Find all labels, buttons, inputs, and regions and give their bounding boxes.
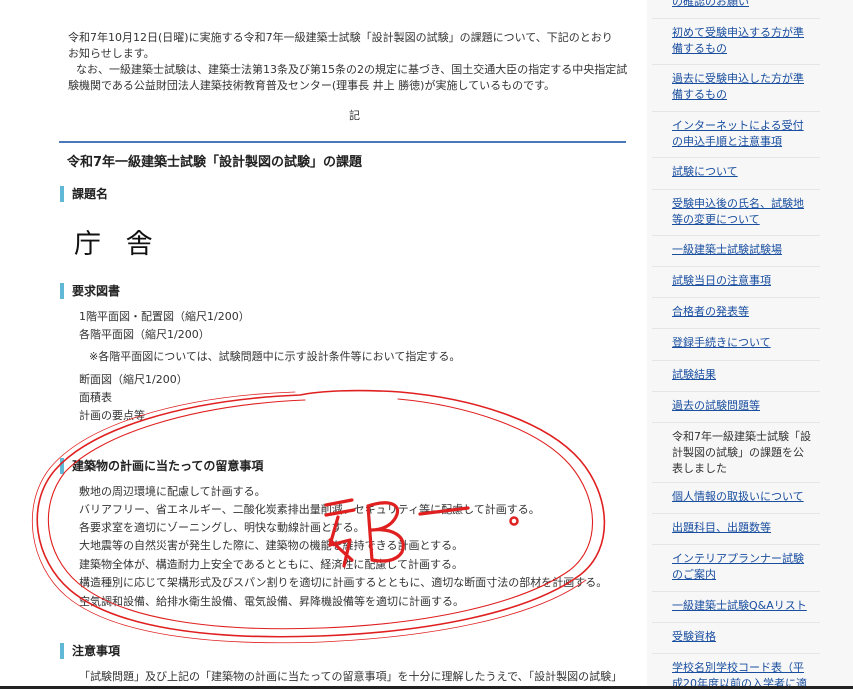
planning-item: 敷地の周辺環境に配慮して計画する。	[79, 485, 266, 498]
drawing-note: ※各階平面図については、試験問題中に示す設計条件等において指定する。	[89, 350, 461, 363]
sidebar-divider	[652, 111, 820, 112]
sidebar-item[interactable]: 受験資格	[672, 629, 812, 645]
sidebar-link-text[interactable]: 過去に受験申込した方が準	[672, 71, 812, 87]
sidebar-item[interactable]: 初めて受験申込する方が準 備するもの	[672, 25, 812, 57]
section-heading-planning: 建築物の計画に当たっての留意事項	[60, 458, 263, 474]
sidebar-link-text[interactable]: インテリアプランナー試験	[672, 551, 812, 567]
sidebar-item[interactable]: 一級建築士試験試験場	[672, 242, 812, 258]
intro-line-4: 験機関である公益財団法人建築技術教育普及センター(理事長 井上 勝徳)が実施して…	[68, 79, 556, 92]
sidebar-text: 令和7年一級建築士試験「設	[672, 430, 811, 443]
sidebar-link-text[interactable]: 備するもの	[672, 41, 812, 57]
sidebar-divider	[652, 513, 820, 514]
sidebar-item[interactable]: 受験申込後の氏名、試験地 等の変更について	[672, 196, 812, 228]
sidebar-link-text[interactable]: 備するもの	[672, 87, 812, 103]
sidebar-link-text[interactable]: の確認のお願い	[672, 0, 812, 10]
section-heading-caution: 注意事項	[60, 643, 120, 659]
sidebar-divider	[652, 189, 820, 190]
sidebar-item[interactable]: 試験について	[672, 164, 812, 180]
sidebar-divider	[652, 157, 820, 158]
sidebar-link-text[interactable]: 出題科目、出題数等	[672, 520, 812, 536]
kadai-name: 庁 舎	[74, 229, 161, 260]
sidebar-item[interactable]: 登録手続きについて	[672, 335, 812, 351]
sidebar-item[interactable]: 合格者の発表等	[672, 304, 812, 320]
drawing-item: 面積表	[79, 391, 112, 404]
sidebar-link-text[interactable]: のご案内	[672, 567, 812, 583]
sidebar-link-text[interactable]: 一級建築士試験試験場	[672, 242, 812, 258]
sidebar-divider	[652, 18, 820, 19]
sidebar-divider	[652, 422, 820, 423]
sidebar-link-text[interactable]: 初めて受験申込する方が準	[672, 25, 812, 41]
planning-item: 構造種別に応じて架構形式及びスパン割りを適切に計画するとともに、適切な断面寸法の…	[79, 576, 608, 589]
sidebar-link-text[interactable]: 一級建築士試験Q&Aリスト	[672, 598, 812, 614]
sidebar-divider	[652, 297, 820, 298]
sidebar-divider	[652, 391, 820, 392]
intro-line-1: 令和7年10月12日(日曜)に実施する令和7年一級建築士試験「設計製図の試験」の…	[68, 31, 613, 44]
sidebar-divider	[652, 328, 820, 329]
sidebar-link-text[interactable]: 受験資格	[672, 629, 812, 645]
title-divider	[59, 141, 626, 143]
sidebar-item[interactable]: 出題科目、出題数等	[672, 520, 812, 536]
sidebar-link-text[interactable]: 個人情報の取扱いについて	[672, 489, 812, 505]
planning-item: バリアフリー、省エネルギー、二酸化炭素排出量削減、セキュリティ等に配慮して計画す…	[79, 503, 540, 516]
sidebar-item[interactable]: 一級建築士試験Q&Aリスト	[672, 598, 812, 614]
page-title: 令和7年一級建築士試験「設計製図の試験」の課題	[67, 155, 363, 170]
intro-line-3: なお、一級建築士試験は、建築士法第13条及び第15条の2の規定に基づき、国土交通…	[76, 63, 628, 76]
sidebar-item[interactable]: 試験当日の注意事項	[672, 273, 812, 289]
sidebar-link-text[interactable]: 受験申込後の氏名、試験地	[672, 196, 812, 212]
sidebar-link-text[interactable]: の申込手順と注意事項	[672, 134, 812, 150]
sidebar-divider	[652, 622, 820, 623]
sidebar-item[interactable]: 試験結果	[672, 367, 812, 383]
sidebar-link-text[interactable]: 試験結果	[672, 367, 812, 383]
sidebar-item[interactable]: 個人情報の取扱いについて	[672, 489, 812, 505]
drawing-item: 断面図（縮尺1/200）	[79, 373, 188, 386]
sidebar-link-text[interactable]: インターネットによる受付	[672, 118, 812, 134]
sidebar-divider	[652, 266, 820, 267]
drawing-item: 1階平面図・配置図（縮尺1/200）	[79, 310, 250, 323]
sidebar-divider	[652, 544, 820, 545]
section-heading-drawings: 要求図書	[60, 283, 120, 299]
drawing-item: 計画の要点等	[79, 409, 145, 422]
planning-item: 建築物全体が、構造耐力上安全であるとともに、経済性に配慮して計画する。	[79, 558, 464, 571]
sidebar-item[interactable]: 過去の試験問題等	[672, 398, 812, 414]
sidebar-divider	[652, 235, 820, 236]
sidebar-divider	[652, 653, 820, 654]
planning-item: 空気調和設備、給排水衛生設備、電気設備、昇降機設備等を適切に計画する。	[79, 595, 464, 608]
sidebar-link-text[interactable]: 等の変更について	[672, 212, 812, 228]
main-content: 令和7年10月12日(日曜)に実施する令和7年一級建築士試験「設計製図の試験」の…	[0, 0, 640, 689]
sidebar-divider	[652, 482, 820, 483]
sidebar-text: 計製図の試験」の課題を公	[672, 446, 804, 459]
planning-item: 各要求室を適切にゾーニングし、明快な動線計画とする。	[79, 521, 365, 534]
sidebar-item[interactable]: インテリアプランナー試験 のご案内	[672, 551, 812, 583]
sidebar-link-text[interactable]: 登録手続きについて	[672, 335, 812, 351]
planning-item: 大地震等の自然災害が発生した際に、建築物の機能を維持できる計画とする。	[79, 539, 464, 552]
sidebar-item[interactable]: 過去に受験申込した方が準 備するもの	[672, 71, 812, 103]
caution-text: 「試験問題」及び上記の「建築物の計画に当たっての留意事項」を十分に理解したうえで…	[79, 670, 623, 683]
sidebar-divider	[652, 360, 820, 361]
sidebar-item[interactable]: インターネットによる受付 の申込手順と注意事項	[672, 118, 812, 150]
sidebar-divider	[652, 64, 820, 65]
sidebar-link-text[interactable]: 過去の試験問題等	[672, 398, 812, 414]
sidebar-link-text[interactable]: 試験について	[672, 164, 812, 180]
drawing-item: 各階平面図（縮尺1/200）	[79, 328, 210, 341]
sidebar-item[interactable]: の確認のお願い	[672, 0, 812, 10]
sidebar-link-text[interactable]: 試験当日の注意事項	[672, 273, 812, 289]
intro-line-2: お知らせします。	[68, 47, 155, 60]
ki-label: 記	[349, 109, 360, 122]
sidebar-link-text[interactable]: 成20年度以前の入学者に適	[672, 676, 812, 692]
sidebar-link-text[interactable]: 合格者の発表等	[672, 304, 812, 320]
sidebar-link-text[interactable]: 学校名別学校コード表（平	[672, 660, 812, 676]
sidebar-text: 表しました	[672, 462, 727, 475]
sidebar-item: 令和7年一級建築士試験「設 計製図の試験」の課題を公 表しました	[672, 429, 812, 477]
sidebar-divider	[652, 591, 820, 592]
section-heading-kadai: 課題名	[60, 186, 108, 202]
